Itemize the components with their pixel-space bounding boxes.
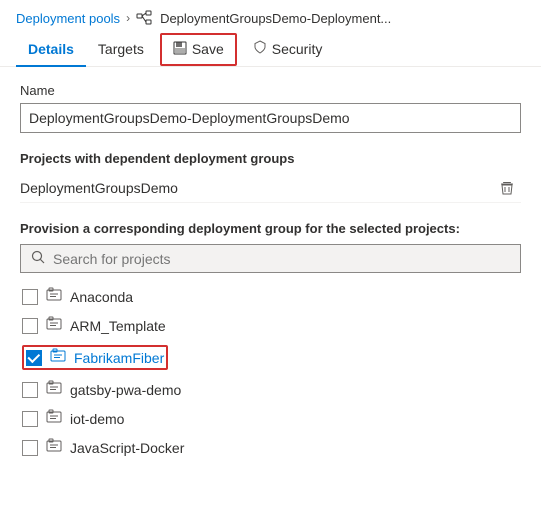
delete-project-button[interactable] [493,178,521,198]
item-label: FabrikamFiber [74,350,164,366]
list-item[interactable]: Anaconda [20,283,521,310]
highlighted-item-box: FabrikamFiber [22,345,168,370]
projects-list: Anaconda ARM_Template [20,283,521,461]
list-item[interactable]: gatsby-pwa-demo [20,376,521,403]
project-icon [50,348,66,367]
breadcrumb-separator: › [126,11,130,25]
breadcrumb: Deployment pools › DeploymentGroupsDemo-… [0,0,541,32]
main-content: Name Projects with dependent deployment … [0,67,541,477]
item-label: ARM_Template [70,318,166,334]
checkbox[interactable] [22,318,38,334]
checkbox[interactable] [22,411,38,427]
checkbox[interactable] [22,440,38,456]
project-icon [46,409,62,428]
tab-targets[interactable]: Targets [86,33,156,67]
tab-security-label: Security [272,41,323,57]
dependent-project-name: DeploymentGroupsDemo [20,180,178,196]
project-icon [46,287,62,306]
search-input[interactable] [53,251,510,267]
search-icon [31,250,45,267]
list-item[interactable]: FabrikamFiber [20,341,521,374]
save-label: Save [192,41,224,57]
tab-details[interactable]: Details [16,33,86,67]
checkbox[interactable] [26,350,42,366]
save-button-wrapper: Save [160,33,237,66]
name-label: Name [20,83,521,98]
dependent-project-row: DeploymentGroupsDemo [20,174,521,203]
checkbox[interactable] [22,382,38,398]
search-box [20,244,521,273]
projects-section-title: Projects with dependent deployment group… [20,151,521,166]
deployment-groups-icon [136,10,152,26]
tabs-bar: Details Targets Save Security [0,32,541,67]
save-button[interactable]: Save [163,36,234,63]
list-item[interactable]: JavaScript-Docker [20,434,521,461]
save-icon [173,41,187,58]
item-label: Anaconda [70,289,133,305]
list-item[interactable]: iot-demo [20,405,521,432]
checkbox[interactable] [22,289,38,305]
breadcrumb-current: DeploymentGroupsDemo-Deployment... [160,11,391,26]
breadcrumb-link[interactable]: Deployment pools [16,11,120,26]
project-icon [46,380,62,399]
shield-icon [253,40,267,57]
provision-label: Provision a corresponding deployment gro… [20,221,521,236]
name-input[interactable] [20,103,521,133]
tab-security[interactable]: Security [241,32,335,67]
item-label: gatsby-pwa-demo [70,382,181,398]
project-icon [46,438,62,457]
item-label: iot-demo [70,411,124,427]
item-label: JavaScript-Docker [70,440,184,456]
list-item[interactable]: ARM_Template [20,312,521,339]
project-icon [46,316,62,335]
